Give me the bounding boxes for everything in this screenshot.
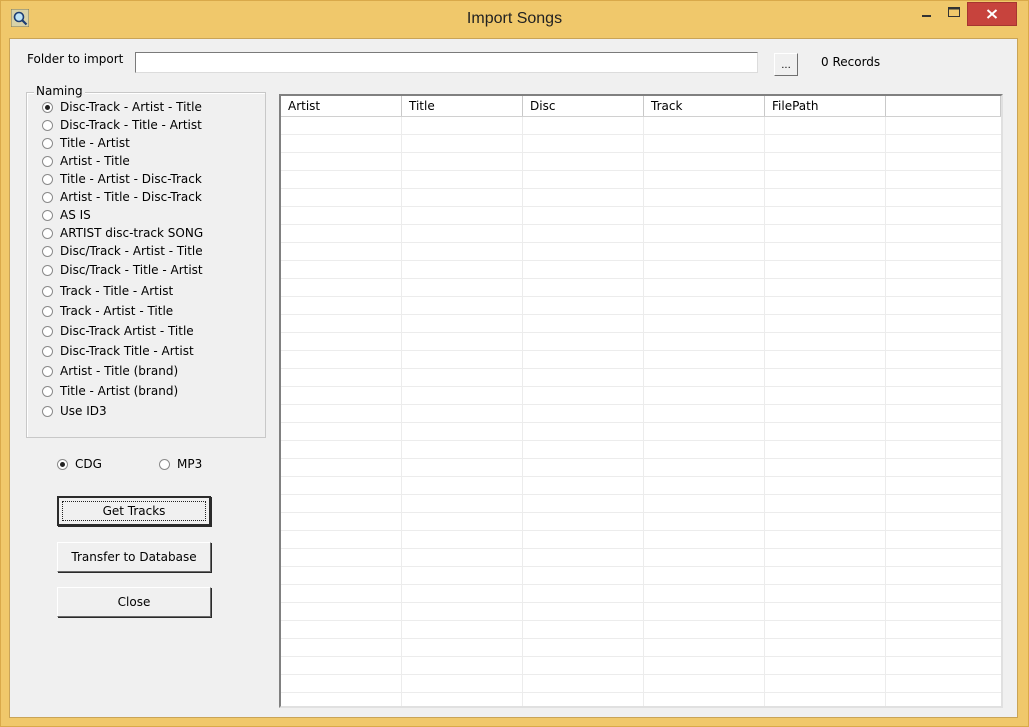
naming-option-label: Artist - Title bbox=[60, 154, 130, 168]
radio-dot bbox=[42, 346, 53, 357]
radio-dot bbox=[42, 174, 53, 185]
column-header[interactable]: Title bbox=[402, 96, 523, 116]
column-header[interactable]: Artist bbox=[281, 96, 402, 116]
window-title: Import Songs bbox=[466, 10, 563, 27]
naming-legend: Naming bbox=[34, 84, 85, 98]
import-songs-window: Import Songs Folder to import ... 0 Reco… bbox=[0, 0, 1029, 727]
radio-dot bbox=[42, 192, 53, 203]
naming-option-label: ARTIST disc-track SONG bbox=[60, 226, 204, 240]
get-tracks-button[interactable]: Get Tracks bbox=[57, 496, 211, 526]
close-label: Close bbox=[117, 595, 151, 609]
get-tracks-label: Get Tracks bbox=[102, 504, 166, 518]
tracks-list-view[interactable]: Artist Title Disc Track FilePath bbox=[279, 94, 1003, 708]
maximize-button[interactable] bbox=[941, 2, 967, 26]
column-gridline bbox=[401, 117, 402, 706]
folder-label: Folder to import bbox=[27, 52, 124, 66]
format-cdg-label: CDG bbox=[75, 457, 102, 471]
radio-dot bbox=[42, 286, 53, 297]
radio-dot bbox=[42, 228, 53, 239]
title-bar[interactable]: Import Songs bbox=[1, 1, 1028, 39]
browse-folder-button[interactable]: ... bbox=[774, 53, 798, 76]
radio-dot bbox=[42, 326, 53, 337]
radio-dot bbox=[42, 406, 53, 417]
column-header[interactable]: Disc bbox=[523, 96, 644, 116]
column-gridline bbox=[522, 117, 523, 706]
close-icon bbox=[986, 9, 998, 19]
naming-option-label: Title - Artist bbox=[60, 136, 130, 150]
radio-dot bbox=[42, 386, 53, 397]
radio-dot bbox=[42, 138, 53, 149]
naming-option-label: Track - Title - Artist bbox=[60, 284, 174, 298]
column-gridline bbox=[885, 117, 886, 706]
naming-option-label: Disc/Track - Title - Artist bbox=[60, 263, 203, 277]
transfer-label: Transfer to Database bbox=[71, 550, 197, 564]
naming-option-label: Disc-Track Artist - Title bbox=[60, 324, 194, 338]
column-gridline bbox=[764, 117, 765, 706]
naming-option-label: Artist - Title (brand) bbox=[60, 364, 179, 378]
radio-dot bbox=[42, 120, 53, 131]
naming-option-label: Track - Artist - Title bbox=[60, 304, 174, 318]
maximize-icon bbox=[948, 7, 960, 17]
radio-dot bbox=[42, 156, 53, 167]
dialog-client-area: Folder to import ... 0 Records Naming Di… bbox=[9, 38, 1018, 718]
transfer-to-database-button[interactable]: Transfer to Database bbox=[57, 542, 211, 572]
column-header[interactable]: FilePath bbox=[765, 96, 886, 116]
naming-option-label: Disc-Track - Title - Artist bbox=[60, 118, 202, 132]
naming-option-label: Title - Artist (brand) bbox=[60, 384, 179, 398]
naming-option-label: Disc/Track - Artist - Title bbox=[60, 244, 203, 258]
radio-dot bbox=[42, 265, 53, 276]
radio-dot bbox=[159, 459, 170, 470]
naming-option-label: Use ID3 bbox=[60, 404, 107, 418]
list-header: Artist Title Disc Track FilePath bbox=[281, 96, 1001, 117]
radio-dot bbox=[42, 306, 53, 317]
column-header[interactable]: Track bbox=[644, 96, 765, 116]
column-gridline bbox=[643, 117, 644, 706]
radio-dot bbox=[42, 366, 53, 377]
radio-dot bbox=[57, 459, 68, 470]
minimize-button[interactable] bbox=[914, 2, 940, 26]
close-window-button[interactable] bbox=[967, 2, 1017, 26]
folder-path-input[interactable] bbox=[135, 52, 758, 73]
radio-dot bbox=[42, 102, 53, 113]
naming-option-label: AS IS bbox=[60, 208, 91, 222]
close-button[interactable]: Close bbox=[57, 587, 211, 617]
format-mp3-label: MP3 bbox=[177, 457, 203, 471]
minimize-icon bbox=[922, 15, 931, 17]
naming-option-label: Artist - Title - Disc-Track bbox=[60, 190, 202, 204]
radio-dot bbox=[42, 246, 53, 257]
list-grid bbox=[281, 117, 1001, 706]
naming-option-label: Disc-Track Title - Artist bbox=[60, 344, 194, 358]
radio-dot bbox=[42, 210, 53, 221]
records-count: 0 Records bbox=[821, 55, 881, 69]
naming-option-label: Disc-Track - Artist - Title bbox=[60, 100, 202, 114]
naming-option-label: Title - Artist - Disc-Track bbox=[60, 172, 202, 186]
column-header[interactable] bbox=[886, 96, 1001, 116]
